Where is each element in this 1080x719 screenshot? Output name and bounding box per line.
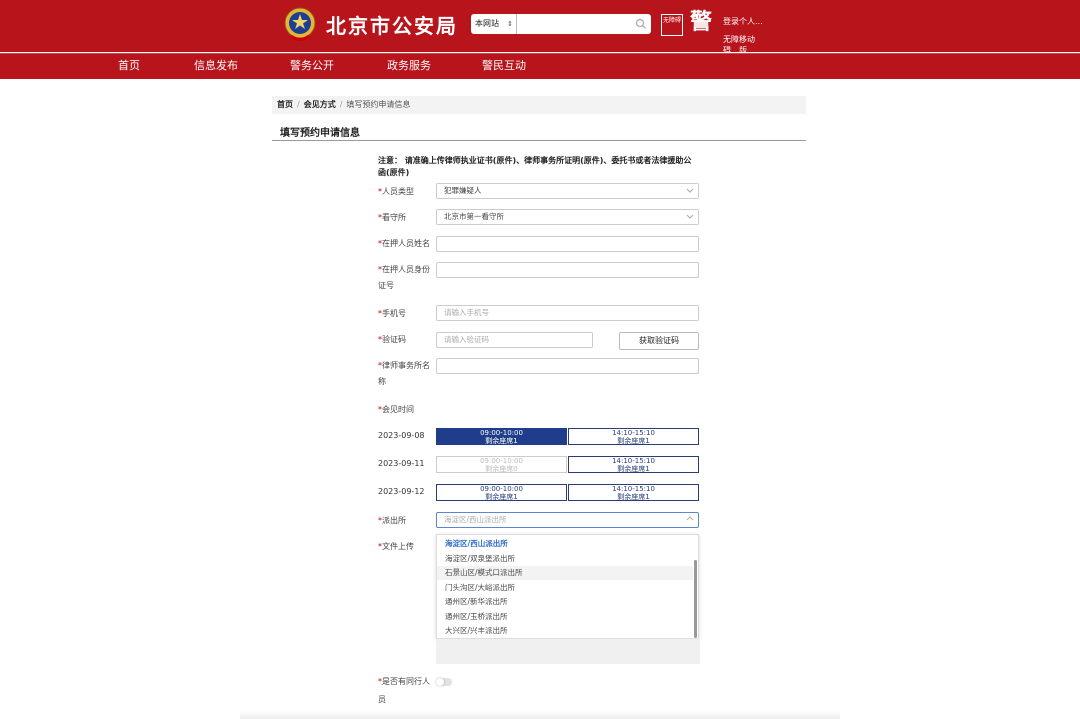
nav-item-info[interactable]: 信息发布 (194, 54, 238, 78)
slot-remaining: 剩余座席1 (617, 436, 650, 445)
meeting-time-label-text: 会见时间 (382, 405, 414, 414)
detainee-id-label: *在押人员身份证号 (378, 262, 434, 294)
police-emblem-icon (284, 7, 316, 41)
search-scope-value: 本网站 (475, 19, 499, 28)
nav-item-home[interactable]: 首页 (118, 54, 140, 78)
police-logo[interactable]: 警 (690, 10, 712, 36)
meeting-date: 2023-09-08 (378, 431, 425, 440)
police-station-dropdown: 海淀区/西山派出所 海淀区/双泉堡派出所 石景山区/模式口派出所 门头沟区/大峪… (436, 534, 699, 639)
file-upload-area[interactable] (436, 639, 700, 664)
person-type-select[interactable]: 犯罪嫌疑人 (436, 183, 699, 199)
detainee-id-label-text: 在押人员身份证号 (378, 265, 430, 290)
time-slot[interactable]: 14:10-15:10 剩余座席1 (568, 428, 699, 445)
detention-center-value: 北京市第一看守所 (444, 212, 504, 221)
nav-item-services[interactable]: 政务服务 (387, 54, 431, 78)
dropdown-option[interactable]: 海淀区/西山派出所 (437, 537, 693, 551)
slot-remaining: 剩余座席1 (617, 464, 650, 473)
site-title[interactable]: 北京市公安局 (326, 10, 458, 39)
police-station-label: *派出所 (378, 512, 434, 529)
law-firm-label-text: 律师事务所名称 (378, 361, 430, 386)
time-slot[interactable]: 09:00-10:00 剩余座席1 (436, 428, 567, 445)
chevron-down-icon (686, 188, 694, 193)
person-type-label: *人员类型 (378, 183, 434, 200)
breadcrumb: 首页 / 会见方式 / 填写预约申请信息 (272, 96, 806, 114)
page-title: 填写预约申请信息 (280, 128, 360, 139)
breadcrumb-meeting[interactable]: 会见方式 (304, 100, 336, 109)
companion-toggle[interactable] (436, 678, 452, 686)
phone-label-text: 手机号 (382, 309, 406, 318)
breadcrumb-current: 填写预约申请信息 (346, 100, 411, 109)
police-station-placeholder: 海淀区/西山派出所 (444, 515, 507, 524)
slot-remaining: 剩余座席1 (485, 436, 518, 445)
companion-label: *是否有同行人员 (378, 673, 434, 709)
dropdown-option[interactable]: 通州区/新华派出所 (437, 595, 693, 609)
upload-notice: 注意： 请准确上传律师执业证书(原件)、律师事务所证明(原件)、委托书或者法律援… (378, 156, 692, 177)
login-link[interactable]: 登录个人... (723, 16, 763, 27)
nav-item-interaction[interactable]: 警民互动 (482, 54, 526, 78)
slot-remaining: 剩余座席0 (485, 464, 518, 473)
phone-label: *手机号 (378, 305, 434, 322)
detention-center-label: *看守所 (378, 209, 434, 226)
dropdown-scrollbar[interactable] (694, 560, 697, 638)
time-slot: 09:00-10:00 剩余座席0 (436, 456, 567, 473)
detainee-name-label: *在押人员姓名 (378, 235, 434, 252)
phone-placeholder: 请输入手机号 (444, 308, 489, 317)
person-type-label-text: 人员类型 (382, 187, 414, 196)
police-station-label-text: 派出所 (382, 516, 406, 525)
verification-code-label-text: 验证码 (382, 335, 406, 344)
search-icon[interactable] (635, 18, 647, 30)
companion-label-text: 是否有同行人员 (378, 677, 430, 704)
breadcrumb-home[interactable]: 首页 (277, 100, 293, 109)
law-firm-label: *律师事务所名称 (378, 358, 434, 390)
get-verification-code-button[interactable]: 获取验证码 (619, 332, 699, 350)
verification-code-input[interactable]: 请输入验证码 (436, 332, 593, 348)
meeting-date: 2023-09-12 (378, 487, 425, 496)
phone-input[interactable]: 请输入手机号 (436, 305, 699, 321)
law-firm-input[interactable] (436, 358, 699, 374)
toggle-knob (436, 678, 444, 686)
search-input[interactable] (519, 14, 629, 34)
search-scope-select[interactable]: 本网站 ⇕ (471, 14, 517, 34)
slot-remaining: 剩余座席1 (485, 492, 518, 501)
main-nav: 首页 信息发布 警务公开 政务服务 警民互动 (0, 53, 1080, 79)
file-upload-label-text: 文件上传 (382, 542, 414, 551)
accessibility-logo[interactable]: 无障碍 (661, 14, 683, 36)
verification-code-label: *验证码 (378, 331, 434, 348)
detainee-id-input[interactable] (436, 262, 699, 278)
detainee-name-input[interactable] (436, 236, 699, 252)
file-upload-label: *文件上传 (378, 538, 434, 555)
meeting-time-label: *会见时间 (378, 401, 434, 418)
chevron-down-icon (686, 214, 694, 219)
detention-center-select[interactable]: 北京市第一看守所 (436, 209, 699, 225)
dropdown-option[interactable]: 门头沟区/大峪派出所 (437, 581, 693, 595)
accessibility-mobile-line1: 无障移动 (723, 35, 755, 44)
header-bar: 北京市公安局 本网站 ⇕ 无障碍 警 登录个人... 无障移动 碍 版 (0, 0, 1080, 55)
time-slot[interactable]: 09:00-10:00 剩余座席1 (436, 484, 567, 501)
nav-item-affairs[interactable]: 警务公开 (290, 54, 334, 78)
time-slot[interactable]: 14:10-15:10 剩余座席1 (568, 456, 699, 473)
detainee-name-label-text: 在押人员姓名 (382, 239, 430, 248)
bottom-shadow (240, 710, 840, 719)
site-search: 本网站 ⇕ (471, 14, 651, 34)
detention-center-label-text: 看守所 (382, 213, 406, 222)
police-station-select[interactable]: 海淀区/西山派出所 (436, 512, 699, 528)
title-divider (272, 140, 806, 141)
dropdown-option[interactable]: 石景山区/模式口派出所 (437, 566, 693, 580)
time-slot[interactable]: 14:10-15:10 剩余座席1 (568, 484, 699, 501)
dropdown-option[interactable]: 海淀区/双泉堡派出所 (437, 552, 693, 566)
breadcrumb-separator: / (297, 100, 300, 109)
updown-arrow-icon: ⇕ (507, 20, 513, 28)
meeting-date: 2023-09-11 (378, 459, 425, 468)
dropdown-option[interactable]: 大兴区/兴丰派出所 (437, 624, 693, 638)
person-type-value: 犯罪嫌疑人 (444, 186, 482, 195)
chevron-up-icon (686, 516, 694, 521)
dropdown-option[interactable]: 通州区/玉桥派出所 (437, 610, 693, 624)
slot-remaining: 剩余座席1 (617, 492, 650, 501)
verification-code-placeholder: 请输入验证码 (444, 335, 489, 344)
breadcrumb-separator: / (339, 100, 343, 109)
